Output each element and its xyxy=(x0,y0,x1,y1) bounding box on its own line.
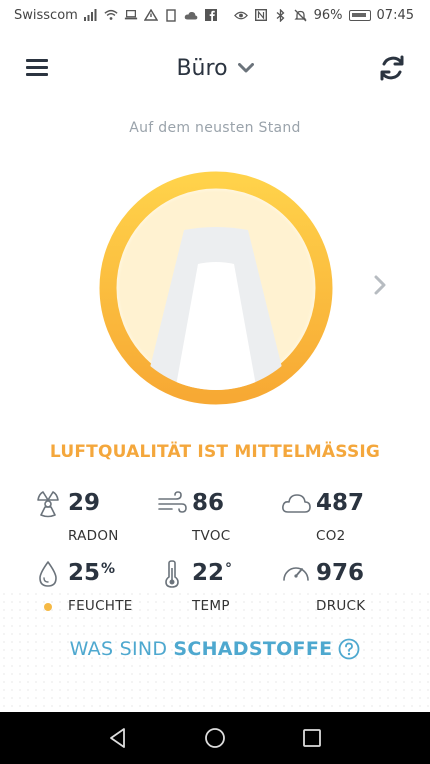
air-quality-label: LUFTQUALITÄT IST MITTELMÄSSIG xyxy=(49,442,381,462)
laptop-icon xyxy=(124,8,138,22)
druck-label: DRUCK xyxy=(316,598,366,614)
footer-link-text: SCHADSTOFFE xyxy=(173,638,333,660)
metric-feuchte[interactable]: 25% FEUCHTE xyxy=(32,556,152,620)
home-icon[interactable] xyxy=(203,726,227,750)
wifi-icon xyxy=(104,8,118,22)
pollutants-info-link[interactable]: WAS SIND SCHADSTOFFE xyxy=(0,638,430,660)
app-header: Büro xyxy=(0,40,430,96)
menu-icon[interactable] xyxy=(26,56,50,78)
sim-icon xyxy=(164,8,178,22)
radon-label: RADON xyxy=(68,528,119,544)
android-nav-bar xyxy=(0,712,430,764)
footer-prefix: WAS SIND xyxy=(69,638,168,660)
wind-icon xyxy=(158,491,187,513)
metric-co2[interactable]: 487 CO2 xyxy=(280,486,400,550)
feuchte-value: 25% xyxy=(68,560,116,586)
status-dot xyxy=(44,603,52,611)
co2-label: CO2 xyxy=(316,528,346,544)
mute-bell-icon xyxy=(294,8,308,22)
cloud-icon xyxy=(282,494,311,513)
eye-icon xyxy=(233,8,248,22)
facebook-icon xyxy=(204,8,218,22)
thermometer-icon xyxy=(165,560,179,588)
location-name: Büro xyxy=(176,55,228,81)
sync-icon[interactable] xyxy=(376,52,408,84)
tvoc-label: TVOC xyxy=(192,528,231,544)
warning-icon xyxy=(143,8,158,22)
back-icon[interactable] xyxy=(106,726,130,750)
chevron-right-icon[interactable] xyxy=(372,274,388,296)
help-icon xyxy=(339,638,360,660)
bluetooth-icon xyxy=(274,8,288,22)
recents-icon[interactable] xyxy=(300,726,324,750)
temp-label: TEMP xyxy=(192,598,230,614)
metric-temp[interactable]: 22° TEMP xyxy=(156,556,276,620)
radiation-icon xyxy=(37,491,59,518)
clock-time: 07:45 xyxy=(376,7,414,23)
metric-tvoc[interactable]: 86 TVOC xyxy=(156,486,276,550)
battery-icon xyxy=(348,9,371,21)
signal-icon xyxy=(83,8,98,22)
temp-value: 22° xyxy=(192,560,233,586)
druck-value: 976 xyxy=(316,560,365,586)
carrier-name: Swisscom xyxy=(14,7,78,23)
cloud-status-icon xyxy=(184,8,198,22)
update-status: Auf dem neusten Stand xyxy=(129,120,301,136)
radon-value: 29 xyxy=(68,490,101,516)
air-quality-ring[interactable] xyxy=(96,168,336,408)
metric-druck[interactable]: 976 DRUCK xyxy=(280,556,400,620)
droplet-icon xyxy=(39,561,57,587)
feuchte-label: FEUCHTE xyxy=(68,598,133,614)
metric-radon[interactable]: 29 RADON xyxy=(32,486,152,550)
chevron-down-icon xyxy=(237,63,254,73)
location-selector[interactable]: Büro xyxy=(176,55,254,81)
battery-percent: 96% xyxy=(313,7,343,23)
nfc-icon xyxy=(254,8,268,22)
tvoc-value: 86 xyxy=(192,490,225,516)
co2-value: 487 xyxy=(316,490,365,516)
gauge-icon xyxy=(283,567,309,581)
status-bar: Swisscom 96% 07:45 xyxy=(0,0,430,30)
